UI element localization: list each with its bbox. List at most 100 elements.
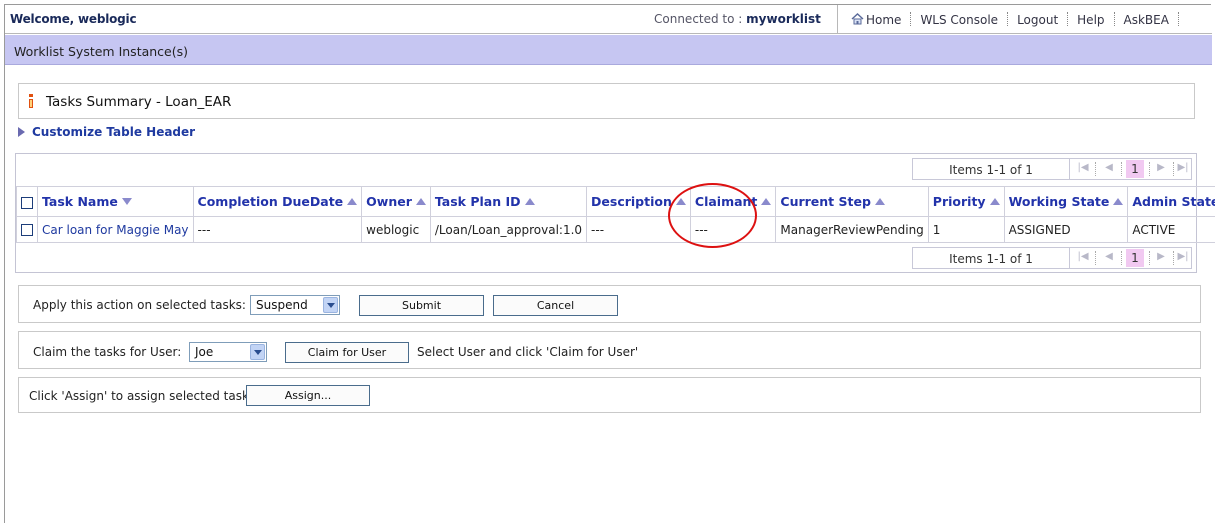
task-name-link[interactable]: Car loan for Maggie May: [42, 223, 189, 237]
priority-cell: 1: [927, 216, 1005, 243]
pager-separator: [1149, 162, 1150, 176]
claimant-cell: ---: [689, 216, 777, 243]
column-header-working-state[interactable]: Working State: [1003, 186, 1129, 217]
link-separator: [1007, 12, 1009, 26]
pager-separator: [1121, 251, 1122, 265]
summary-title-panel: Tasks Summary - Loan_EAR: [18, 83, 1195, 119]
sort-ascending-icon: [415, 198, 426, 205]
current-step-cell: ManagerReviewPending: [775, 216, 929, 243]
wls-console-link[interactable]: WLS Console: [920, 13, 998, 27]
column-label: Description: [591, 194, 672, 209]
first-page-icon[interactable]: |◀: [1075, 251, 1091, 265]
expand-arrow-icon: [18, 127, 25, 137]
working-state-cell: ASSIGNED: [1003, 216, 1129, 243]
assign-panel: Click 'Assign' to assign selected tasks …: [18, 377, 1201, 413]
pager-items-text: Items 1-1 of 1: [913, 159, 1070, 179]
customize-table-header-link[interactable]: Customize Table Header: [18, 125, 195, 139]
sort-ascending-icon: [675, 198, 686, 205]
claim-label: Claim the tasks for User:: [33, 345, 182, 359]
askbea-link[interactable]: AskBEA: [1124, 13, 1169, 27]
column-label: Task Plan ID: [434, 194, 521, 209]
home-link[interactable]: Home: [851, 13, 901, 27]
link-separator: [1177, 12, 1179, 26]
user-select-value: Joe: [195, 345, 214, 359]
last-page-icon[interactable]: ▶|: [1175, 162, 1191, 176]
column-header-completion-duedate[interactable]: Completion DueDate: [192, 186, 363, 217]
apply-action-label: Apply this action on selected tasks:: [33, 298, 246, 312]
connected-value: myworklist: [746, 12, 821, 26]
table-row[interactable]: Car loan for Maggie May --- weblogic /Lo…: [16, 216, 1215, 243]
sort-ascending-icon: [347, 198, 358, 205]
help-link[interactable]: Help: [1077, 13, 1104, 27]
owner-cell: weblogic: [361, 216, 431, 243]
pager-separator: [1173, 162, 1174, 176]
sort-descending-icon: [121, 198, 132, 205]
cancel-button[interactable]: Cancel: [493, 295, 618, 316]
column-label: Admin State: [1132, 194, 1215, 209]
column-header-claimant[interactable]: Claimant: [689, 186, 777, 217]
pager-separator: [1173, 251, 1174, 265]
claim-for-user-button[interactable]: Claim for User: [285, 342, 409, 363]
column-header-task-plan-id[interactable]: Task Plan ID: [429, 186, 588, 217]
action-select-value: Suspend: [256, 298, 308, 312]
column-header-admin-state[interactable]: Admin State: [1127, 186, 1215, 217]
banner-title: Worklist System Instance(s): [14, 44, 189, 59]
pager-separator: [1121, 162, 1122, 176]
task-table-panel: Items 1-1 of 1 |◀ ◀ 1 ▶ ▶| Task Name Com…: [15, 153, 1215, 273]
pager-top: Items 1-1 of 1 |◀ ◀ 1 ▶ ▶|: [912, 158, 1192, 180]
sort-ascending-icon: [874, 198, 885, 205]
column-label: Task Name: [42, 194, 118, 209]
logout-link[interactable]: Logout: [1017, 13, 1058, 27]
pager-bottom: Items 1-1 of 1 |◀ ◀ 1 ▶ ▶|: [912, 247, 1192, 269]
pager-separator: [1149, 251, 1150, 265]
table-header-row: Task Name Completion DueDate Owner Task …: [16, 186, 1215, 217]
first-page-icon[interactable]: |◀: [1075, 162, 1091, 176]
task-plan-id-cell: /Loan/Loan_approval:1.0: [429, 216, 588, 243]
column-label: Claimant: [694, 194, 758, 209]
claim-panel: Claim the tasks for User: Joe Claim for …: [18, 331, 1201, 369]
column-header-description[interactable]: Description: [586, 186, 691, 217]
prev-page-icon[interactable]: ◀: [1101, 162, 1117, 176]
welcome-text: Welcome, weblogic: [10, 12, 137, 26]
column-header-task-name[interactable]: Task Name: [37, 186, 194, 217]
pager-items-text: Items 1-1 of 1: [913, 248, 1070, 268]
column-header-owner[interactable]: Owner: [361, 186, 431, 217]
column-header-priority[interactable]: Priority: [927, 186, 1005, 217]
next-page-icon[interactable]: ▶: [1153, 162, 1169, 176]
connected-label: Connected to :: [654, 12, 747, 26]
last-page-icon[interactable]: ▶|: [1175, 251, 1191, 265]
sort-ascending-icon: [989, 198, 1000, 205]
assign-label: Click 'Assign' to assign selected tasks: [29, 389, 256, 403]
user-select[interactable]: Joe: [189, 342, 267, 362]
assign-button[interactable]: Assign...: [246, 385, 370, 406]
next-page-icon[interactable]: ▶: [1153, 251, 1169, 265]
prev-page-icon[interactable]: ◀: [1101, 251, 1117, 265]
dropdown-arrow-icon: [323, 297, 338, 313]
sort-ascending-icon: [524, 198, 535, 205]
dropdown-arrow-icon: [250, 344, 265, 360]
action-select[interactable]: Suspend: [250, 295, 340, 315]
column-label: Priority: [932, 194, 986, 209]
row-checkbox[interactable]: [21, 224, 33, 236]
divider: [837, 5, 838, 34]
row-select-cell: [16, 216, 38, 243]
link-separator: [1067, 12, 1069, 26]
column-label: Completion DueDate: [197, 194, 344, 209]
description-cell: ---: [586, 216, 691, 243]
column-header-current-step[interactable]: Current Step: [775, 186, 929, 217]
task-name-cell: Car loan for Maggie May: [37, 216, 194, 243]
column-label: Working State: [1008, 194, 1110, 209]
apply-action-panel: Apply this action on selected tasks: Sus…: [18, 285, 1201, 323]
pager-separator: [1095, 251, 1096, 265]
current-page[interactable]: 1: [1126, 249, 1144, 267]
link-separator: [910, 12, 912, 26]
pager-nav: |◀ ◀ 1 ▶ ▶|: [1071, 248, 1191, 268]
top-bar: Welcome, weblogic Connected to : myworkl…: [5, 5, 1212, 34]
claim-hint: Select User and click 'Claim for User': [417, 345, 639, 359]
select-all-checkbox[interactable]: [21, 196, 33, 209]
current-page[interactable]: 1: [1126, 160, 1144, 178]
instance-banner: Worklist System Instance(s): [5, 35, 1212, 65]
select-all-cell: [16, 186, 38, 217]
submit-button[interactable]: Submit: [359, 295, 484, 316]
task-table: Task Name Completion DueDate Owner Task …: [16, 186, 1215, 243]
